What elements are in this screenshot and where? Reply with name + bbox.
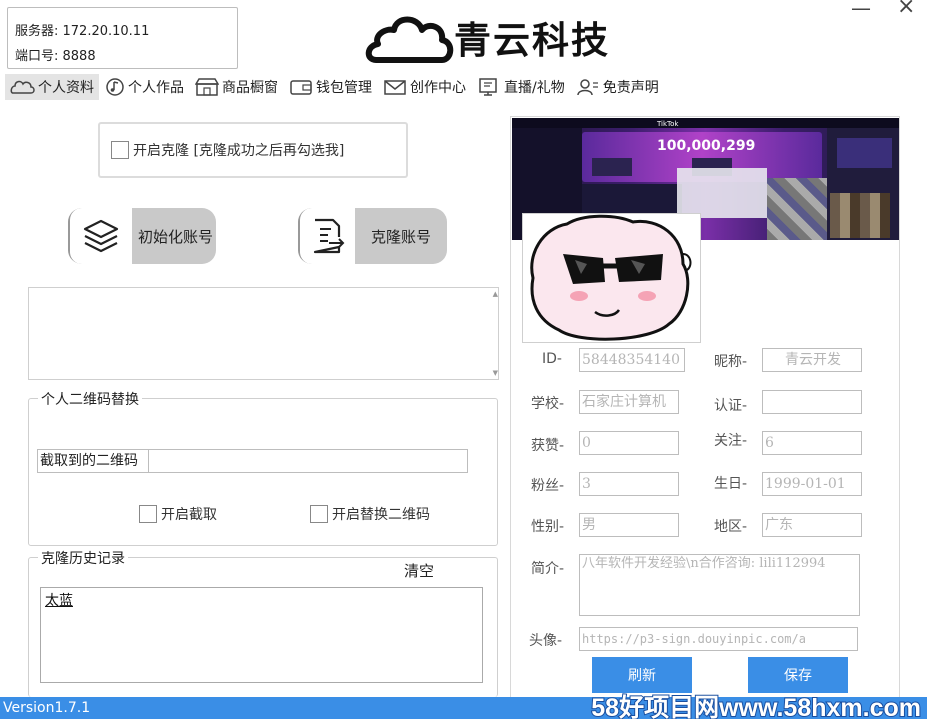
gender-label: 性别- — [531, 519, 565, 535]
cloud-logo-icon — [365, 16, 454, 63]
clear-history-button[interactable]: 清空 — [404, 560, 434, 581]
gender-field[interactable]: 男 — [579, 513, 679, 537]
shop-icon — [195, 78, 219, 96]
banner-brand: TikTok — [657, 120, 679, 128]
tab-label: 个人资料 — [38, 80, 94, 96]
checkbox-square[interactable] — [139, 505, 157, 523]
tab-wallet[interactable]: 钱包管理 — [285, 74, 377, 100]
minimize-button[interactable]: — — [851, 0, 871, 20]
banner-counter: 100,000,299 — [657, 138, 756, 154]
bio-field[interactable]: 八年软件开发经验\n合作咨询: lili112994 — [579, 554, 860, 616]
music-note-icon — [106, 78, 124, 96]
nickname-field[interactable]: 青云开发 — [762, 348, 862, 372]
qr-capture-label: 截取到的二维码 — [37, 449, 148, 473]
history-list[interactable]: 太蓝 — [40, 587, 483, 683]
clone-account-button[interactable]: 克隆账号 — [298, 208, 447, 264]
school-field[interactable]: 石家庄计算机 — [579, 390, 679, 414]
sheep-avatar-icon — [523, 214, 700, 342]
avatar-image — [522, 213, 701, 343]
certification-field[interactable] — [762, 390, 862, 414]
enable-replace-qr-checkbox[interactable]: 开启替换二维码 — [310, 504, 430, 524]
birthday-label: 生日- — [714, 476, 748, 492]
following-label: 关注- — [714, 433, 748, 449]
tab-creator-center[interactable]: 创作中心 — [379, 74, 471, 100]
avatar-url-field[interactable]: https://p3-sign.douyinpic.com/a — [579, 627, 858, 651]
server-info-box: 服务器: 172.20.10.11 端口号: 8888 — [7, 7, 238, 69]
clone-option-box: 开启克隆 [克隆成功之后再勾选我] — [98, 122, 408, 178]
cloud-icon — [10, 80, 35, 94]
history-item[interactable]: 太蓝 — [45, 593, 73, 609]
scroll-down-arrow[interactable]: ▼ — [493, 369, 498, 377]
enable-clone-checkbox[interactable]: 开启克隆 [克隆成功之后再勾选我] — [111, 140, 344, 160]
live-icon — [479, 78, 497, 96]
region-label: 地区- — [714, 519, 748, 535]
mail-icon — [384, 80, 406, 95]
tab-personal-works[interactable]: 个人作品 — [101, 74, 189, 100]
tab-label: 个人作品 — [128, 80, 184, 96]
avatar-url-label: 头像- — [529, 633, 563, 649]
region-field[interactable]: 广东 — [762, 513, 862, 537]
fans-label: 粉丝- — [531, 478, 565, 494]
nickname-label: 昵称- — [714, 354, 748, 370]
tab-shop-window[interactable]: 商品橱窗 — [191, 74, 283, 100]
log-textarea[interactable]: ▲ ▼ — [28, 287, 499, 380]
qr-group-title: 个人二维码替换 — [38, 389, 142, 409]
enable-clone-label: 开启克隆 [克隆成功之后再勾选我] — [133, 143, 345, 159]
checkbox-square[interactable] — [310, 505, 328, 523]
version-text: Version1.7.1 — [3, 700, 91, 716]
tab-bar: 个人资料 个人作品 商品橱窗 钱包管理 创作中心 直播/礼物 免责声明 — [5, 74, 666, 100]
tab-personal-info[interactable]: 个人资料 — [5, 74, 99, 100]
server-host: 服务器: 172.20.10.11 — [15, 24, 150, 39]
wallet-icon — [290, 80, 312, 95]
tab-label: 免责声明 — [602, 80, 659, 96]
fans-field[interactable]: 3 — [579, 472, 679, 496]
following-field[interactable]: 6 — [762, 431, 862, 455]
disclaimer-icon — [576, 79, 598, 96]
document-export-icon — [300, 208, 355, 264]
id-field[interactable]: 58448354140 — [579, 348, 685, 372]
checkbox-square[interactable] — [111, 141, 129, 159]
likes-field[interactable]: 0 — [579, 431, 679, 455]
init-account-label: 初始化账号 — [138, 227, 214, 246]
tab-label: 创作中心 — [410, 80, 466, 96]
tab-label: 钱包管理 — [316, 80, 372, 96]
app-logo: 青云科技 — [364, 8, 634, 68]
tab-disclaimer[interactable]: 免责声明 — [572, 74, 664, 100]
id-label: ID- — [542, 351, 562, 367]
qr-capture-input[interactable] — [148, 449, 468, 473]
watermark-text: 58好项目网www.58hxm.com — [590, 693, 922, 719]
bio-label: 简介- — [531, 561, 565, 577]
history-group-title: 克隆历史记录 — [38, 548, 128, 568]
school-label: 学校- — [531, 396, 565, 412]
logo-text: 青云科技 — [454, 18, 610, 62]
tab-label: 商品橱窗 — [222, 80, 278, 96]
server-port: 端口号: 8888 — [15, 49, 96, 64]
layers-icon — [70, 208, 132, 264]
enable-capture-checkbox[interactable]: 开启截取 — [139, 504, 217, 524]
enable-capture-label: 开启截取 — [161, 507, 217, 523]
tab-label: 直播/礼物 — [504, 80, 565, 96]
birthday-field[interactable]: 1999-01-01 — [762, 472, 862, 496]
likes-label: 获赞- — [531, 438, 565, 454]
tab-live-gifts[interactable]: 直播/礼物 — [473, 74, 570, 100]
init-account-button[interactable]: 初始化账号 — [68, 208, 216, 264]
certification-label: 认证- — [714, 398, 748, 414]
enable-replace-qr-label: 开启替换二维码 — [332, 507, 430, 523]
close-button[interactable]: × — [897, 0, 915, 19]
scroll-up-arrow[interactable]: ▲ — [493, 290, 498, 298]
clone-account-label: 克隆账号 — [371, 227, 432, 246]
